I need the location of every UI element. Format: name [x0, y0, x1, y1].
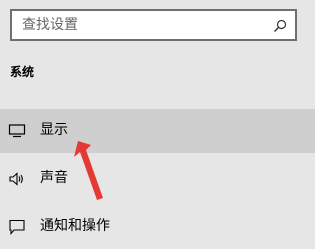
speaker-icon	[8, 170, 26, 188]
search-icon[interactable]	[273, 18, 287, 32]
right-edge-panel	[315, 0, 322, 249]
nav-item-label: 通知和操作	[40, 218, 110, 234]
display-icon	[8, 122, 26, 140]
nav-item-sound[interactable]: 声音	[0, 157, 315, 201]
settings-window: 查找设置 系统 显示 声音 通知和操作	[0, 0, 322, 249]
nav-item-label: 声音	[40, 170, 68, 186]
nav-item-notifications[interactable]: 通知和操作	[0, 205, 315, 249]
search-placeholder: 查找设置	[22, 17, 78, 33]
notification-icon	[8, 218, 26, 236]
nav-item-display[interactable]: 显示	[0, 109, 315, 153]
nav-item-label: 显示	[40, 122, 68, 138]
search-input[interactable]: 查找设置	[10, 9, 297, 41]
section-title: 系统	[10, 65, 35, 79]
